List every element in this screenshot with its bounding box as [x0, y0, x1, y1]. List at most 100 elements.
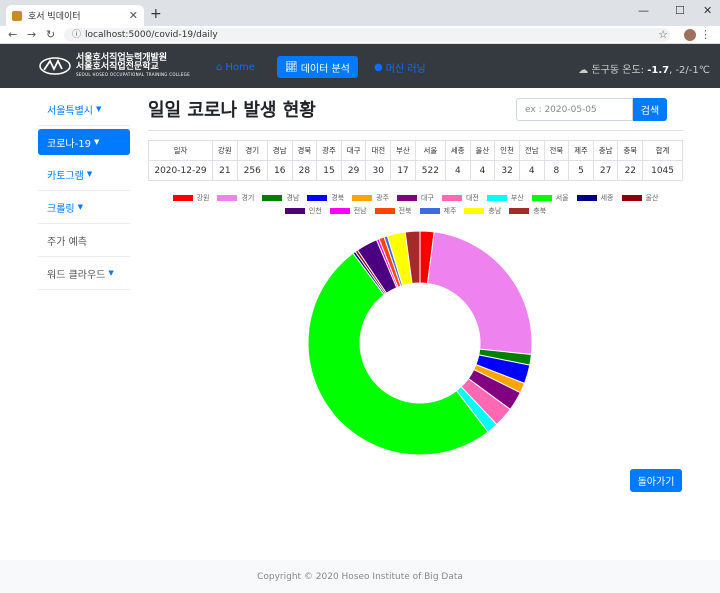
maximize-icon[interactable]: ☐ [675, 4, 685, 17]
sidebar-item-label: 크롤링 [47, 203, 75, 215]
close-tab-icon[interactable]: ✕ [129, 9, 138, 22]
legend-item[interactable]: 광주 [352, 192, 389, 203]
table-cell: 28 [291, 160, 318, 181]
table-header-cell: 일자 [148, 140, 213, 161]
table-cell: 8 [543, 160, 570, 181]
nav-data-analysis[interactable]: 📈︎ 데이터 분석 [277, 56, 358, 78]
sidebar-item-stock-prediction[interactable]: 주가 예측 [38, 224, 130, 257]
legend-swatch [217, 194, 238, 201]
legend-item[interactable]: 강원 [172, 192, 210, 203]
site-navbar: 서울호서직업능력개발원 서울호서직업전문학교 SEOUL HOSEO OCCUP… [0, 44, 720, 88]
table-header-cell: 대전 [365, 140, 392, 161]
sidebar-item-label: 주가 예측 [47, 236, 87, 248]
back-button[interactable]: 돌아가기 [630, 469, 682, 492]
table-cell: 4 [518, 160, 545, 181]
table-header-cell: 충남 [592, 140, 619, 161]
weather-temp: -1.7 [647, 65, 670, 76]
chart-line-icon: 📈︎ [285, 61, 298, 73]
table-cell: 2020-12-29 [148, 160, 213, 181]
logo-subtitle: SEOUL HOSEO OCCUPATIONAL TRAINING COLLEG… [76, 71, 190, 77]
legend-label: 울산 [645, 193, 659, 202]
legend-item[interactable]: 대전 [441, 192, 479, 203]
nav-machine-learning[interactable]: ● 머신 러닝 [374, 56, 426, 78]
sidebar-item-label: 워드 클라우드 [47, 269, 106, 281]
profile-avatar[interactable] [684, 29, 696, 41]
back-arrow-icon[interactable]: ← [8, 28, 17, 41]
home-icon: ⌂ [216, 61, 223, 73]
table-header-cell: 인천 [494, 140, 520, 161]
table-cell: 5 [568, 160, 594, 181]
minimize-icon[interactable]: — [638, 4, 649, 17]
menu-kebab-icon[interactable]: ⋮ [700, 28, 711, 41]
legend-label: 광주 [376, 193, 390, 202]
table-cell: 22 [617, 160, 644, 181]
sidebar-item-crawling[interactable]: 크롤링 ▼ [38, 191, 130, 224]
table-cell: 16 [266, 160, 293, 181]
nav-home[interactable]: ⌂ Home [216, 56, 255, 78]
table-header-cell: 전남 [518, 140, 545, 161]
sidebar-item-seoul[interactable]: 서울특별시 ▼ [38, 93, 130, 126]
weather-range: , -2/-1℃ [669, 65, 710, 76]
table-header-cell: 경남 [266, 140, 293, 161]
legend-item[interactable]: 경북 [307, 192, 344, 203]
search-button[interactable]: 검색 [633, 98, 667, 121]
legend-label: 부산 [510, 193, 524, 202]
new-tab-icon[interactable]: + [150, 6, 162, 22]
weather-info: ☁ 돈구동 온도: -1.7, -2/-1℃ [578, 61, 710, 76]
table-header-cell: 광주 [316, 140, 342, 161]
legend-label: 경기 [241, 193, 255, 202]
logo-mark-icon [39, 56, 71, 75]
table-row: 2020-12-29 21 256 16 28 15 29 30 17 522 4 4 32 4 8 5 27 2… [148, 160, 683, 181]
sidebar-item-covid19[interactable]: 코로나-19 ▼ [38, 129, 130, 155]
forward-arrow-icon[interactable]: → [27, 28, 36, 41]
table-header-cell: 울산 [469, 140, 496, 161]
footer: Copyright © 2020 Hoseo Institute of Big … [0, 560, 720, 593]
legend-label: 세종 [600, 193, 614, 202]
table-cell: 29 [340, 160, 367, 181]
caret-down-icon: ▼ [86, 170, 93, 178]
legend-swatch [576, 194, 597, 201]
legend-item[interactable]: 부산 [486, 192, 524, 203]
table-header-cell: 제주 [568, 140, 594, 161]
table-header-cell: 충북 [617, 140, 644, 161]
legend-item[interactable]: 세종 [576, 192, 614, 203]
legend-label: 경남 [286, 193, 300, 202]
legend-label: 경북 [331, 193, 345, 202]
nav-data-analysis-label: 데이터 분석 [300, 63, 350, 75]
table-header-cell: 경북 [291, 140, 318, 161]
legend-item[interactable]: 서울 [531, 192, 569, 203]
legend-item[interactable]: 경기 [217, 192, 254, 203]
date-search-input[interactable] [516, 98, 633, 121]
reload-icon[interactable]: ↻ [46, 28, 55, 41]
copyright-text: Copyright © 2020 Hoseo Institute of Big … [257, 571, 463, 582]
browser-tab-bar: 호서 빅데이터 ✕ + — ☐ ✕ [0, 0, 720, 26]
bookmark-star-icon[interactable]: ☆ [658, 28, 668, 41]
tab-title: 호서 빅데이터 [28, 12, 81, 22]
legend-item[interactable]: 경남 [262, 192, 299, 203]
url-text: localhost:5000/covid-19/daily [85, 30, 218, 40]
nav-home-label: Home [225, 61, 255, 73]
legend-label: 강원 [196, 193, 210, 202]
legend-swatch [397, 194, 418, 201]
sidebar-item-word-cloud[interactable]: 워드 클라우드 ▼ [38, 257, 130, 290]
url-field[interactable]: ⓘ localhost:5000/covid-19/daily [64, 28, 670, 42]
caret-down-icon: ▼ [77, 203, 83, 211]
legend-item[interactable]: 대구 [397, 192, 434, 203]
site-logo[interactable]: 서울호서직업능력개발원 서울호서직업전문학교 SEOUL HOSEO OCCUP… [38, 53, 190, 77]
sidebar-item-label: 코로나-19 [47, 138, 91, 150]
table-header-cell: 대구 [340, 140, 367, 161]
table-header-cell: 강원 [212, 140, 238, 161]
table-cell: 21 [212, 160, 238, 181]
table-header-cell: 서울 [414, 140, 446, 161]
legend-item[interactable]: 울산 [621, 192, 659, 203]
legend-swatch [531, 194, 552, 201]
donut-slice[interactable] [427, 231, 533, 356]
table-header-cell: 경기 [236, 140, 268, 161]
legend-swatch [172, 194, 193, 201]
sidebar-item-cartogram[interactable]: 카토그램 ▼ [38, 158, 130, 191]
table-cell: 522 [414, 160, 446, 181]
close-window-icon[interactable]: ✕ [703, 4, 712, 17]
donut-chart [307, 230, 533, 456]
browser-tab[interactable]: 호서 빅데이터 ✕ [6, 5, 144, 26]
table-header-cell: 전북 [543, 140, 570, 161]
